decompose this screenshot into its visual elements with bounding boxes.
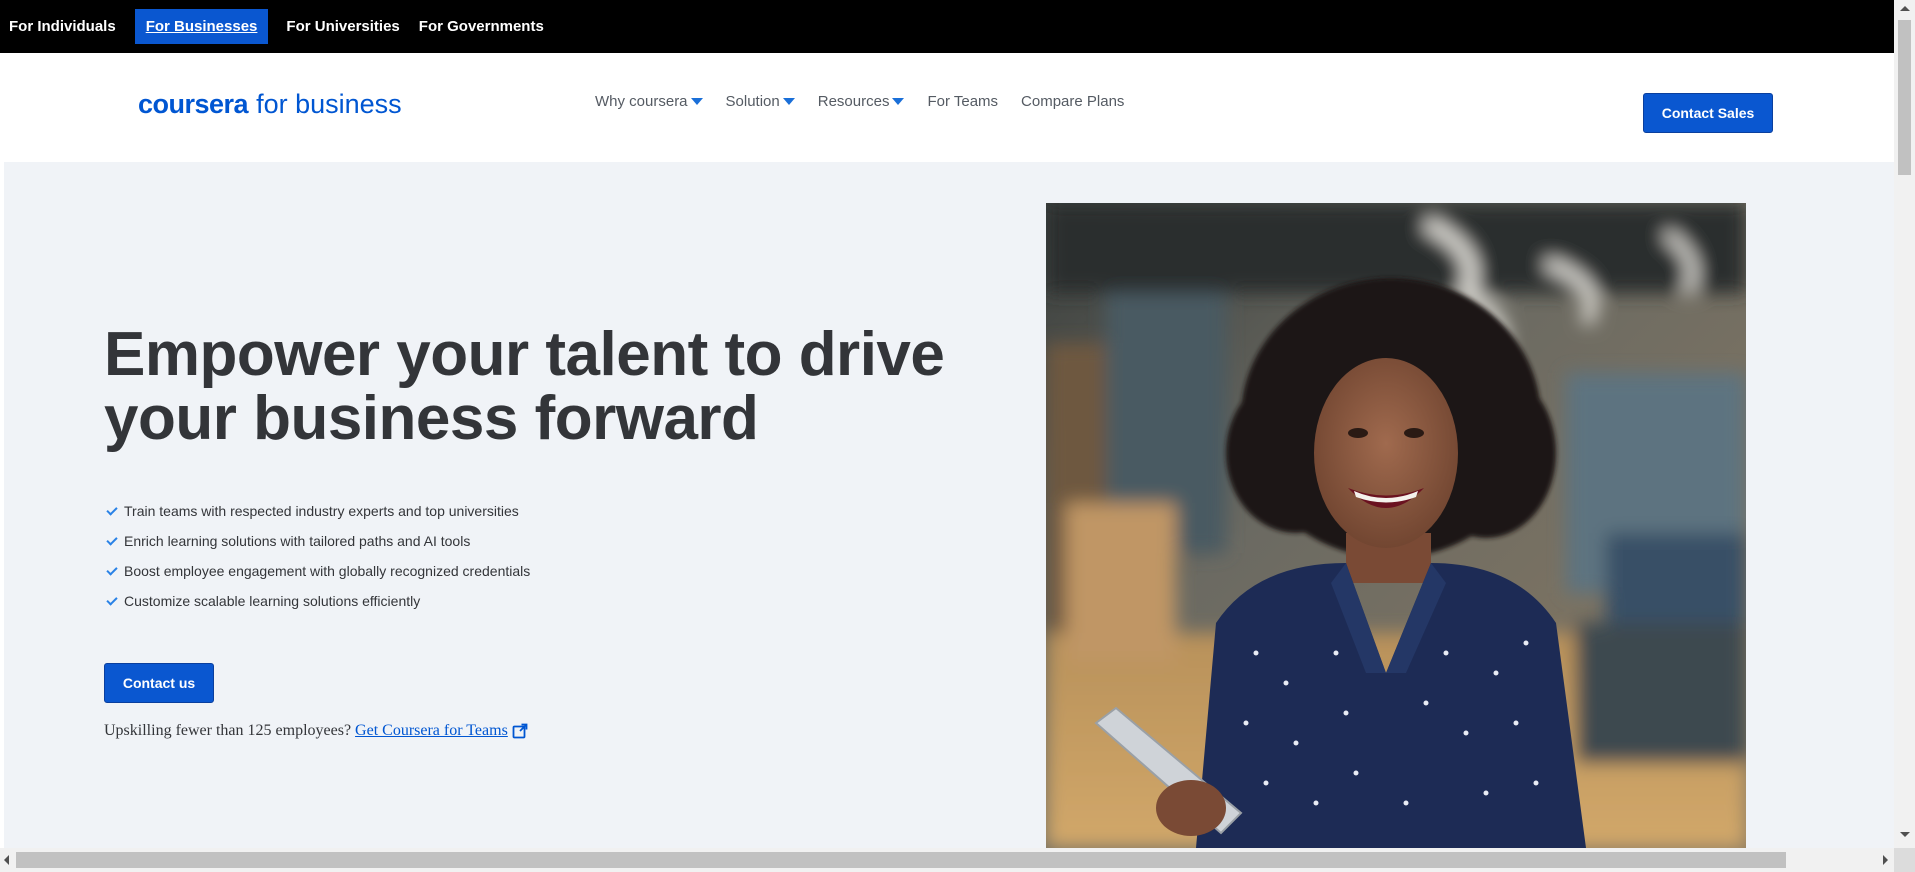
main-nav: Why coursera Solution Resources For Team… (595, 93, 1147, 110)
benefit-item: Enrich learning solutions with tailored … (104, 526, 530, 556)
contact-sales-button[interactable]: Contact Sales (1643, 93, 1773, 133)
checkmark-icon (106, 533, 118, 546)
nav-resources[interactable]: Resources (818, 93, 905, 110)
checkmark-icon (106, 503, 118, 516)
scroll-down-icon[interactable] (1900, 832, 1910, 837)
nav-for-teams-label: For Teams (927, 93, 999, 110)
nav-solution[interactable]: Solution (726, 93, 795, 110)
page: For Individuals For Businesses For Unive… (0, 0, 1915, 872)
checkmark-icon (106, 593, 118, 606)
audience-individuals-link[interactable]: For Individuals (4, 9, 121, 44)
caret-down-icon (782, 98, 795, 105)
caret-down-icon (690, 98, 703, 105)
horizontal-scrollbar[interactable] (0, 848, 1894, 872)
logo-suffix: for business (256, 89, 402, 119)
horizontal-scroll-thumb[interactable] (16, 852, 1786, 868)
nav-resources-label: Resources (817, 93, 890, 110)
vertical-scroll-thumb[interactable] (1898, 20, 1911, 175)
hero-photo-illustration (1046, 203, 1746, 848)
contact-us-button[interactable]: Contact us (104, 663, 214, 703)
external-link-icon[interactable] (512, 723, 528, 739)
benefit-text: Boost employee engagement with globally … (124, 563, 531, 579)
nav-compare-plans-label: Compare Plans (1021, 93, 1125, 110)
site-header: coursera for business Why coursera Solut… (0, 53, 1894, 162)
nav-for-teams[interactable]: For Teams (927, 93, 998, 110)
teams-upsell: Upskilling fewer than 125 employees? Get… (104, 722, 528, 740)
benefit-text: Enrich learning solutions with tailored … (124, 533, 471, 549)
coursera-business-logo[interactable]: coursera for business (138, 89, 402, 120)
nav-why-coursera[interactable]: Why coursera (595, 93, 703, 110)
audience-governments-link[interactable]: For Governments (414, 9, 549, 44)
audience-businesses-link[interactable]: For Businesses (134, 9, 269, 44)
scrollbar-corner (1894, 848, 1915, 872)
hero-benefits-list: Train teams with respected industry expe… (104, 496, 530, 616)
logo-brand: coursera (138, 89, 249, 119)
benefit-item: Customize scalable learning solutions ef… (104, 586, 530, 616)
hero-headline: Empower your talent to drive your busine… (104, 320, 945, 453)
checkmark-icon (106, 563, 118, 576)
nav-compare-plans[interactable]: Compare Plans (1021, 93, 1124, 110)
benefit-text: Train teams with respected industry expe… (124, 503, 519, 519)
audience-bar: For Individuals For Businesses For Unive… (0, 0, 1894, 53)
benefit-item: Boost employee engagement with globally … (104, 556, 530, 586)
caret-down-icon (892, 98, 905, 105)
nav-solution-label: Solution (725, 93, 780, 110)
coursera-teams-link[interactable]: Get Coursera for Teams (355, 722, 508, 740)
benefit-item: Train teams with respected industry expe… (104, 496, 530, 526)
scroll-right-icon[interactable] (1883, 855, 1888, 865)
audience-universities-link[interactable]: For Universities (281, 9, 404, 44)
hero-section: Empower your talent to drive your busine… (4, 162, 1894, 848)
hero-photo (1046, 203, 1746, 848)
scroll-left-icon[interactable] (4, 855, 9, 865)
scroll-up-icon[interactable] (1900, 6, 1910, 11)
nav-why-coursera-label: Why coursera (595, 93, 688, 110)
vertical-scrollbar[interactable] (1894, 0, 1915, 848)
benefit-text: Customize scalable learning solutions ef… (124, 593, 421, 609)
upskill-text: Upskilling fewer than 125 employees? (104, 722, 352, 739)
